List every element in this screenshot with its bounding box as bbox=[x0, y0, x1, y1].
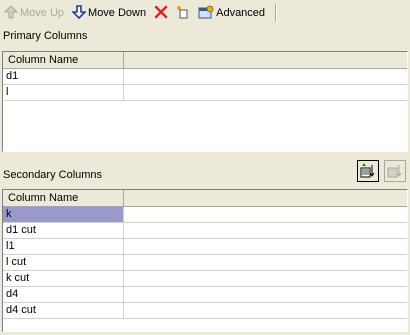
arrow-down-icon bbox=[71, 4, 87, 22]
sort-ascending-button[interactable] bbox=[357, 160, 379, 182]
sort-disabled-icon bbox=[387, 162, 403, 181]
move-up-label: Move Up bbox=[20, 7, 65, 19]
table-row[interactable]: d4 bbox=[3, 286, 407, 303]
secondary-cell[interactable]: d1 cut bbox=[3, 222, 124, 239]
secondary-columns-title: Secondary Columns bbox=[3, 169, 103, 181]
toolbar-separator bbox=[275, 4, 278, 22]
delete-x-icon bbox=[154, 5, 168, 22]
move-down-button[interactable]: Move Down bbox=[68, 3, 150, 23]
advanced-button[interactable]: Advanced bbox=[194, 3, 269, 23]
header-filler bbox=[123, 52, 407, 69]
secondary-cell[interactable]: d4 bbox=[3, 286, 124, 303]
empty-cell bbox=[123, 206, 407, 223]
secondary-column-name-header: Column Name bbox=[3, 190, 124, 207]
empty-cell bbox=[123, 254, 407, 271]
table-row[interactable]: d4 cut bbox=[3, 302, 407, 319]
header-filler bbox=[123, 190, 407, 207]
empty-cell bbox=[123, 302, 407, 319]
sort-disabled-button[interactable] bbox=[384, 160, 406, 182]
sort-icon bbox=[360, 162, 376, 181]
delete-button[interactable] bbox=[150, 3, 172, 23]
table-row[interactable]: d1 bbox=[3, 68, 407, 85]
arrow-up-icon bbox=[3, 4, 19, 22]
primary-columns-title: Primary Columns bbox=[3, 30, 88, 42]
empty-cell bbox=[123, 222, 407, 239]
primary-column-name-header: Column Name bbox=[3, 52, 124, 69]
table-row[interactable]: l cut bbox=[3, 254, 407, 271]
empty-cell bbox=[123, 84, 407, 101]
secondary-cell[interactable]: d4 cut bbox=[3, 302, 124, 319]
advanced-settings-icon bbox=[198, 5, 214, 22]
table-row[interactable]: l1 bbox=[3, 238, 407, 255]
move-down-label: Move Down bbox=[88, 7, 147, 19]
move-up-button[interactable]: Move Up bbox=[0, 3, 68, 23]
toolbar: Move Up Move Down Advanced bbox=[0, 0, 410, 26]
secondary-cell[interactable]: k cut bbox=[3, 270, 124, 287]
empty-cell bbox=[123, 238, 407, 255]
table-row[interactable]: k cut bbox=[3, 270, 407, 287]
new-item-icon bbox=[176, 5, 190, 22]
table-row[interactable]: d1 cut bbox=[3, 222, 407, 239]
table-row[interactable]: l bbox=[3, 84, 407, 101]
primary-columns-grid: Column Name d1 l bbox=[2, 51, 408, 152]
primary-cell[interactable]: d1 bbox=[3, 68, 124, 85]
secondary-columns-grid: Column Name k d1 cut l1 l cut k cut d4 d… bbox=[2, 189, 408, 332]
new-button[interactable] bbox=[172, 3, 194, 23]
secondary-cell[interactable]: l1 bbox=[3, 238, 124, 255]
advanced-label: Advanced bbox=[216, 7, 266, 19]
table-row[interactable]: k bbox=[3, 206, 407, 223]
empty-cell bbox=[123, 286, 407, 303]
empty-cell bbox=[123, 270, 407, 287]
empty-cell bbox=[123, 68, 407, 85]
secondary-cell[interactable]: l cut bbox=[3, 254, 124, 271]
secondary-cell-selected[interactable]: k bbox=[3, 206, 124, 223]
primary-cell[interactable]: l bbox=[3, 84, 124, 101]
